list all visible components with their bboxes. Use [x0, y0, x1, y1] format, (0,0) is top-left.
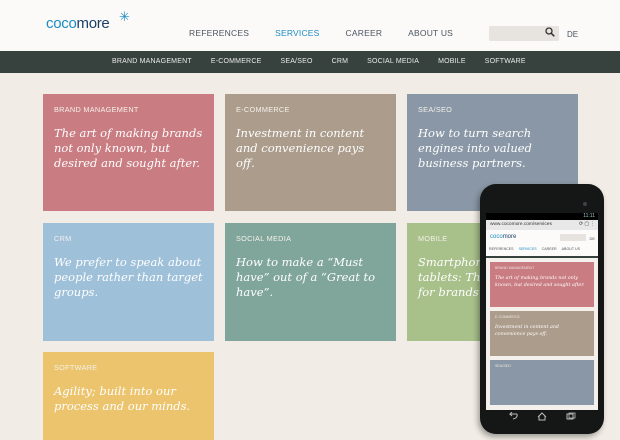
- logo[interactable]: cocomore ✳: [46, 9, 130, 32]
- tile-heading: SEA/SEO: [418, 105, 453, 114]
- back-icon: [508, 412, 518, 420]
- phone-subnav-bar: [486, 256, 598, 258]
- subnav-sea-seo[interactable]: SEA/SEO: [280, 58, 312, 65]
- tile-text: The art of making brands not only known,…: [54, 126, 203, 170]
- phone-tile-brand-management: BRAND MANAGEMENT The art of making brand…: [490, 262, 594, 307]
- logo-star-icon: ✳: [119, 9, 130, 24]
- phone-tile-text: The art of making brands not only known,…: [495, 276, 585, 288]
- tile-heading: BRAND MANAGEMENT: [54, 105, 139, 114]
- tile-heading: CRM: [54, 234, 72, 243]
- phone-logo-part-coco: coco: [490, 234, 503, 240]
- nav-career[interactable]: CAREER: [346, 28, 383, 38]
- search-input[interactable]: [489, 26, 559, 41]
- recent-apps-icon: [566, 412, 576, 420]
- phone-nav-about-us: ABOUT US: [561, 247, 580, 251]
- tile-social-media[interactable]: SOCIAL MEDIA How to make a “Must have” o…: [225, 223, 396, 341]
- tile-text: Agility; built into our process and our …: [54, 384, 191, 413]
- phone-logo: cocomore: [490, 234, 516, 240]
- phone-nav: REFERENCES SERVICES CAREER ABOUT US: [489, 247, 585, 251]
- services-subnav: BRAND MANAGEMENT E-COMMERCE SEA/SEO CRM …: [0, 51, 620, 73]
- phone-nav-buttons: [480, 412, 604, 421]
- phone-tile-e-commerce: E-COMMERCE Investment in content and con…: [490, 311, 594, 356]
- logo-part-coco: coco: [46, 15, 77, 32]
- subnav-e-commerce[interactable]: E-COMMERCE: [211, 58, 262, 65]
- phone-tile-heading: SEA/SEO: [495, 364, 511, 368]
- subnav-crm[interactable]: CRM: [332, 58, 349, 65]
- tile-text: Investment in content and convenience pa…: [236, 126, 365, 170]
- search-icon[interactable]: [545, 27, 555, 37]
- phone-url-text: www.cocomore.com/services: [490, 222, 552, 227]
- phone-screen: 11:11 www.cocomore.com/services ⟳ ▢ ⋮ co…: [486, 213, 598, 410]
- phone-url-bar: www.cocomore.com/services ⟳ ▢ ⋮: [486, 220, 598, 230]
- phone-language-switch: DE: [589, 236, 595, 241]
- site-header: cocomore ✳ REFERENCES SERVICES CAREER AB…: [0, 0, 620, 51]
- nav-about-us[interactable]: ABOUT US: [408, 28, 453, 38]
- phone-site-header: cocomore DE REFERENCES SERVICES CAREER A…: [486, 230, 598, 258]
- phone-status-bar: 11:11: [486, 213, 598, 220]
- nav-services[interactable]: SERVICES: [275, 28, 319, 38]
- phone-browser-icons: ⟳ ▢ ⋮: [578, 222, 595, 227]
- phone-nav-career: CAREER: [541, 247, 557, 251]
- home-icon: [537, 412, 547, 421]
- tile-crm[interactable]: CRM We prefer to speak about people rath…: [43, 223, 214, 341]
- tile-heading: SOCIAL MEDIA: [236, 234, 292, 243]
- phone-tile-text: Investment in content and convenience pa…: [495, 325, 559, 337]
- tile-text: How to turn search engines into valued b…: [418, 126, 532, 170]
- subnav-brand-management[interactable]: BRAND MANAGEMENT: [112, 58, 192, 65]
- main-nav: REFERENCES SERVICES CAREER ABOUT US: [189, 28, 479, 38]
- logo-part-more: more: [76, 15, 110, 32]
- tile-text: We prefer to speak about people rather t…: [54, 255, 203, 299]
- subnav-mobile[interactable]: MOBILE: [438, 58, 466, 65]
- subnav-social-media[interactable]: SOCIAL MEDIA: [367, 58, 419, 65]
- tile-brand-management[interactable]: BRAND MANAGEMENT The art of making brand…: [43, 94, 214, 211]
- phone-nav-services: SERVICES: [518, 247, 537, 251]
- nav-references[interactable]: REFERENCES: [189, 28, 249, 38]
- phone-logo-part-more: more: [502, 234, 517, 240]
- phone-tile-heading: E-COMMERCE: [495, 315, 520, 319]
- language-switch[interactable]: DE: [567, 30, 578, 39]
- tile-e-commerce[interactable]: E-COMMERCE Investment in content and con…: [225, 94, 396, 211]
- tile-heading: SOFTWARE: [54, 363, 98, 372]
- tile-heading: E-COMMERCE: [236, 105, 290, 114]
- phone-tile-heading: BRAND MANAGEMENT: [495, 266, 535, 270]
- phone-nav-references: REFERENCES: [489, 247, 514, 251]
- tile-software[interactable]: SOFTWARE Agility; built into our process…: [43, 352, 214, 440]
- phone-mockup: 11:11 www.cocomore.com/services ⟳ ▢ ⋮ co…: [480, 184, 604, 434]
- phone-camera: [583, 202, 587, 206]
- subnav-software[interactable]: SOFTWARE: [485, 58, 526, 65]
- phone-tile-sea-seo: SEA/SEO: [490, 360, 594, 405]
- phone-search-input: [560, 234, 586, 241]
- tile-text: How to make a “Must have” out of a “Grea…: [236, 255, 376, 299]
